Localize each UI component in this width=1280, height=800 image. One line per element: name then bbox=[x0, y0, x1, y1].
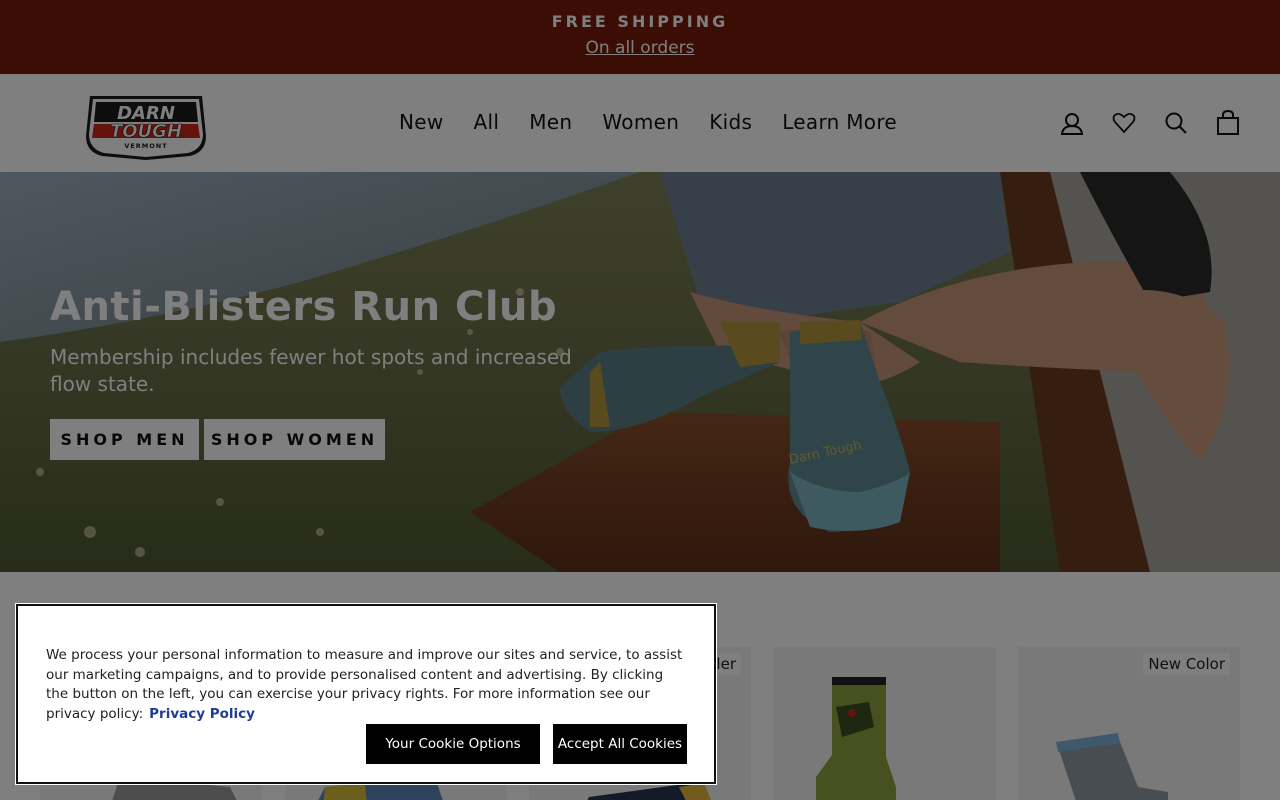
cookie-message: We process your personal information to … bbox=[46, 647, 683, 722]
privacy-policy-link[interactable]: Privacy Policy bbox=[149, 706, 255, 722]
cookie-text: We process your personal information to … bbox=[46, 646, 686, 724]
accept-all-cookies-button[interactable]: Accept All Cookies bbox=[553, 724, 687, 764]
cookie-banner: We process your personal information to … bbox=[15, 603, 717, 785]
cookie-options-button[interactable]: Your Cookie Options bbox=[366, 724, 540, 764]
